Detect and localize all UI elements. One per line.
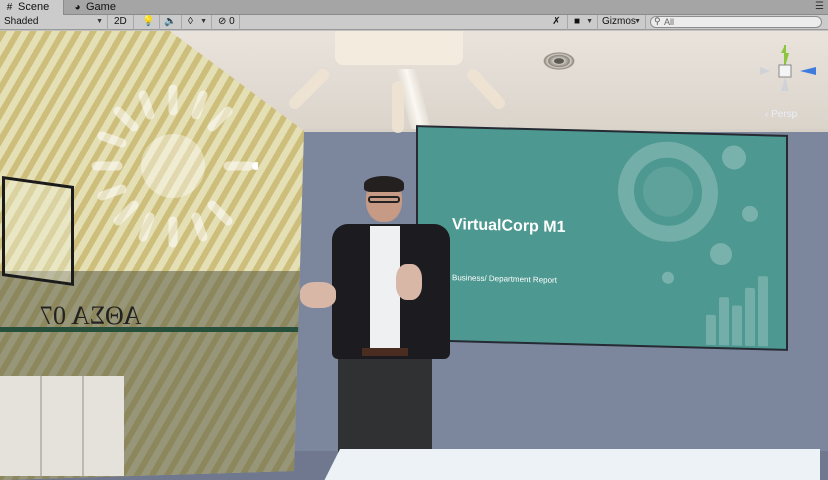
- circle-decoration: [662, 271, 674, 284]
- grid-icon: #: [6, 2, 13, 13]
- chevron-down-icon: ▼: [96, 18, 103, 25]
- tab-menu-icon[interactable]: ☰: [815, 1, 824, 13]
- crossed-tools-icon: ✗: [552, 16, 561, 27]
- speaker-icon: 🔈: [164, 16, 177, 27]
- gizmos-label: Gizmos: [602, 16, 636, 27]
- hidden-objects-toggle[interactable]: ⊘ 0: [214, 15, 240, 30]
- tab-scene[interactable]: # Scene: [0, 0, 64, 15]
- presenter-figure[interactable]: [300, 176, 460, 468]
- chevron-down-icon: ▼: [200, 18, 207, 25]
- desk: [320, 449, 820, 480]
- hierarchy-search[interactable]: ⚲: [650, 16, 822, 28]
- circle-decoration: [710, 242, 732, 266]
- glass-lettering: ΑΘΣΑ 07: [40, 301, 142, 330]
- audio-toggle-button[interactable]: 🔈: [160, 15, 182, 30]
- scene-viewport[interactable]: ΑΘΣΑ 07 VirtualCorp M1 Business/ Departm…: [0, 31, 828, 480]
- tools-button[interactable]: ✗: [546, 15, 568, 30]
- tab-game[interactable]: ◕ Game: [68, 0, 128, 15]
- eye-slash-icon: ⊘: [218, 16, 227, 27]
- camera-dropdown[interactable]: ■ ▼: [570, 15, 598, 30]
- lighting-toggle-button[interactable]: 💡: [138, 15, 160, 30]
- directional-light-icon[interactable]: [88, 81, 258, 251]
- gizmos-dropdown[interactable]: Gizmos ▼: [598, 15, 646, 30]
- circle-decoration: [722, 145, 746, 170]
- area-light-icon[interactable]: [285, 31, 515, 141]
- shading-mode-dropdown[interactable]: Shaded ▼: [0, 15, 108, 30]
- wall-picture-frame: [2, 175, 74, 287]
- projection-toggle[interactable]: ‹ Persp: [765, 109, 797, 120]
- camera-icon: ■: [574, 16, 581, 27]
- slide-title: VirtualCorp M1: [452, 216, 566, 237]
- tab-scene-label: Scene: [18, 1, 50, 13]
- shading-mode-label: Shaded: [4, 16, 39, 27]
- chevron-down-icon: ▼: [586, 18, 593, 25]
- effects-dropdown[interactable]: ◊ ▼: [184, 15, 212, 30]
- lightbulb-icon: 💡: [142, 16, 155, 27]
- toggle-2d-label: 2D: [114, 16, 127, 27]
- circle-decoration: [742, 205, 758, 223]
- editor-tab-bar: # Scene ◕ Game ☰: [0, 0, 828, 15]
- slide-subtitle: Business/ Department Report: [452, 273, 557, 285]
- tab-game-label: Game: [86, 1, 116, 13]
- layers-icon: ◊: [188, 16, 193, 27]
- orientation-gizmo[interactable]: [756, 39, 826, 109]
- search-icon: ⚲: [654, 16, 661, 26]
- chevron-down-icon: ▼: [634, 18, 641, 25]
- search-input[interactable]: [664, 17, 814, 27]
- scene-toolbar: Shaded ▼ 2D 💡 🔈 ◊ ▼ ⊘ 0 ✗ ■ ▼ Gizmos ▼ ⚲: [0, 15, 828, 30]
- cabinet: [0, 376, 124, 476]
- donut-center: [643, 166, 693, 218]
- hidden-count: 0: [229, 16, 235, 27]
- pacman-icon: ◕: [74, 2, 81, 13]
- ceiling-vent: [543, 52, 575, 70]
- presentation-screen[interactable]: VirtualCorp M1 Business/ Department Repo…: [418, 127, 786, 349]
- toggle-2d-button[interactable]: 2D: [110, 15, 134, 30]
